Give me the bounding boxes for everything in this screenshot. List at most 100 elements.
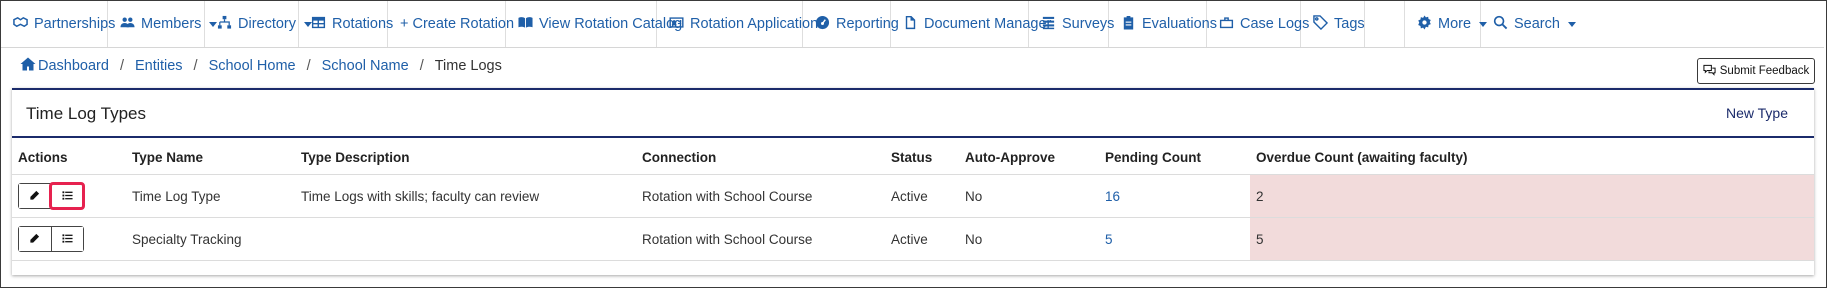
- list-icon: [1041, 15, 1056, 34]
- time-log-types-table: Actions Type Name Type Description Conne…: [12, 140, 1814, 261]
- breadcrumb-separator: /: [193, 57, 198, 74]
- handshake-icon: [13, 15, 28, 34]
- col-header-type-name: Type Name: [126, 140, 295, 175]
- nav-surveys-label: Surveys: [1062, 16, 1115, 32]
- connection-cell: Rotation with School Course: [636, 174, 885, 218]
- clipboard-icon: [1121, 15, 1136, 34]
- breadcrumb-separator: /: [119, 57, 124, 74]
- users-icon: [120, 15, 135, 34]
- list-icon: [62, 232, 73, 247]
- table-row: Specialty Tracking Rotation with School …: [12, 217, 1814, 261]
- nav-rotations[interactable]: Rotations: [299, 1, 393, 47]
- col-header-connection: Connection: [636, 140, 885, 175]
- nav-evaluations[interactable]: Evaluations: [1109, 1, 1217, 47]
- submit-feedback-label: Submit Feedback: [1719, 65, 1810, 77]
- tag-icon: [1313, 14, 1329, 34]
- auto-approve-cell: No: [959, 217, 1099, 261]
- breadcrumb-entities[interactable]: Entities: [135, 58, 183, 74]
- time-log-types-panel: Time Log Types New Type Actions Type Nam…: [12, 88, 1814, 275]
- nav-create-rotation[interactable]: + Create Rotation: [388, 1, 514, 47]
- pencil-icon: [29, 189, 40, 204]
- nav-document-manager[interactable]: Document Manager: [891, 1, 1051, 47]
- status-cell: Active: [885, 174, 959, 218]
- breadcrumb-dashboard[interactable]: Dashboard: [20, 57, 109, 74]
- search-icon: [1493, 15, 1508, 34]
- file-icon: [903, 15, 918, 34]
- breadcrumb-school-home[interactable]: School Home: [209, 58, 296, 74]
- nav-search-label: Search: [1514, 16, 1560, 32]
- table-row: Time Log Type Time Logs with skills; fac…: [12, 174, 1814, 218]
- nav-members-label: Members: [141, 16, 202, 32]
- status-cell: Active: [885, 217, 959, 261]
- breadcrumb-separator: /: [419, 57, 424, 74]
- sitemap-icon: [217, 15, 232, 34]
- nav-create-rotation-label: + Create Rotation: [400, 16, 515, 32]
- row-action-buttons: [18, 226, 84, 252]
- book-open-icon: [518, 15, 533, 34]
- chevron-down-icon: [1567, 21, 1576, 27]
- list-view-button[interactable]: [50, 227, 83, 251]
- id-card-icon: [669, 15, 684, 34]
- col-header-overdue-count: Overdue Count (awaiting faculty): [1250, 140, 1814, 175]
- nav-view-rotation-catalog[interactable]: View Rotation Catalog: [506, 1, 682, 47]
- edit-button[interactable]: [19, 184, 51, 208]
- type-description-cell: Time Logs with skills; faculty can revie…: [295, 174, 636, 218]
- submit-feedback-button[interactable]: Submit Feedback: [1697, 58, 1815, 84]
- top-nav: Partnerships Members Directory Rotations…: [1, 1, 1824, 48]
- nav-evaluations-label: Evaluations: [1142, 16, 1217, 32]
- breadcrumb-school-name[interactable]: School Name: [322, 58, 409, 74]
- actions-cell: [12, 174, 126, 218]
- col-header-actions: Actions: [12, 140, 126, 175]
- row-action-buttons: [18, 182, 86, 210]
- actions-cell: [12, 217, 126, 261]
- panel-header: Time Log Types New Type: [12, 90, 1814, 138]
- nav-surveys[interactable]: Surveys: [1029, 1, 1114, 47]
- overdue-count-cell: 5: [1250, 217, 1814, 261]
- nav-tags-label: Tags: [1334, 16, 1365, 32]
- auto-approve-cell: No: [959, 174, 1099, 218]
- nav-reporting-label: Reporting: [836, 16, 899, 32]
- col-header-status: Status: [885, 140, 959, 175]
- col-header-type-description: Type Description: [295, 140, 636, 175]
- nav-search[interactable]: Search: [1481, 1, 1576, 47]
- list-view-button[interactable]: [48, 182, 86, 210]
- nav-partnerships-label: Partnerships: [34, 16, 116, 32]
- gear-icon: [1417, 14, 1432, 34]
- briefcase-icon: [1219, 15, 1234, 34]
- breadcrumb-separator: /: [306, 57, 311, 74]
- edit-button[interactable]: [19, 227, 51, 251]
- type-name-cell: Specialty Tracking: [126, 217, 295, 261]
- nav-more[interactable]: More: [1405, 1, 1488, 47]
- nav-members[interactable]: Members: [108, 1, 218, 47]
- nav-case-logs[interactable]: Case Logs: [1207, 1, 1309, 47]
- nav-directory[interactable]: Directory: [205, 1, 313, 47]
- pencil-icon: [29, 232, 40, 247]
- list-icon: [62, 189, 73, 204]
- breadcrumb-current: Time Logs: [434, 57, 502, 74]
- nav-more-label: More: [1438, 16, 1472, 32]
- nav-spacer: [1365, 1, 1405, 47]
- home-icon: [20, 57, 38, 74]
- overdue-count-cell: 2: [1250, 174, 1814, 218]
- pending-count-link[interactable]: 16: [1099, 174, 1250, 218]
- nav-reporting[interactable]: Reporting: [803, 1, 899, 47]
- new-type-link[interactable]: New Type: [1726, 105, 1788, 121]
- gauge-icon: [815, 15, 830, 34]
- nav-tags[interactable]: Tags: [1301, 1, 1365, 47]
- pending-count-link[interactable]: 5: [1099, 217, 1250, 261]
- type-name-cell: Time Log Type: [126, 174, 295, 218]
- col-header-auto-approve: Auto-Approve: [959, 140, 1099, 175]
- nav-rotation-applications[interactable]: Rotation Applications: [657, 1, 825, 47]
- table-header-row: Actions Type Name Type Description Conne…: [12, 140, 1814, 175]
- type-description-cell: [295, 217, 636, 261]
- nav-rotations-label: Rotations: [332, 16, 394, 32]
- col-header-pending-count: Pending Count: [1099, 140, 1250, 175]
- table-icon: [311, 15, 326, 34]
- connection-cell: Rotation with School Course: [636, 217, 885, 261]
- nav-partnerships[interactable]: Partnerships: [1, 1, 115, 47]
- breadcrumb: Dashboard / Entities / School Home / Sch…: [20, 57, 502, 74]
- comments-icon: [1703, 64, 1716, 79]
- nav-case-logs-label: Case Logs: [1240, 16, 1310, 32]
- nav-directory-label: Directory: [238, 16, 297, 32]
- panel-title: Time Log Types: [26, 104, 147, 123]
